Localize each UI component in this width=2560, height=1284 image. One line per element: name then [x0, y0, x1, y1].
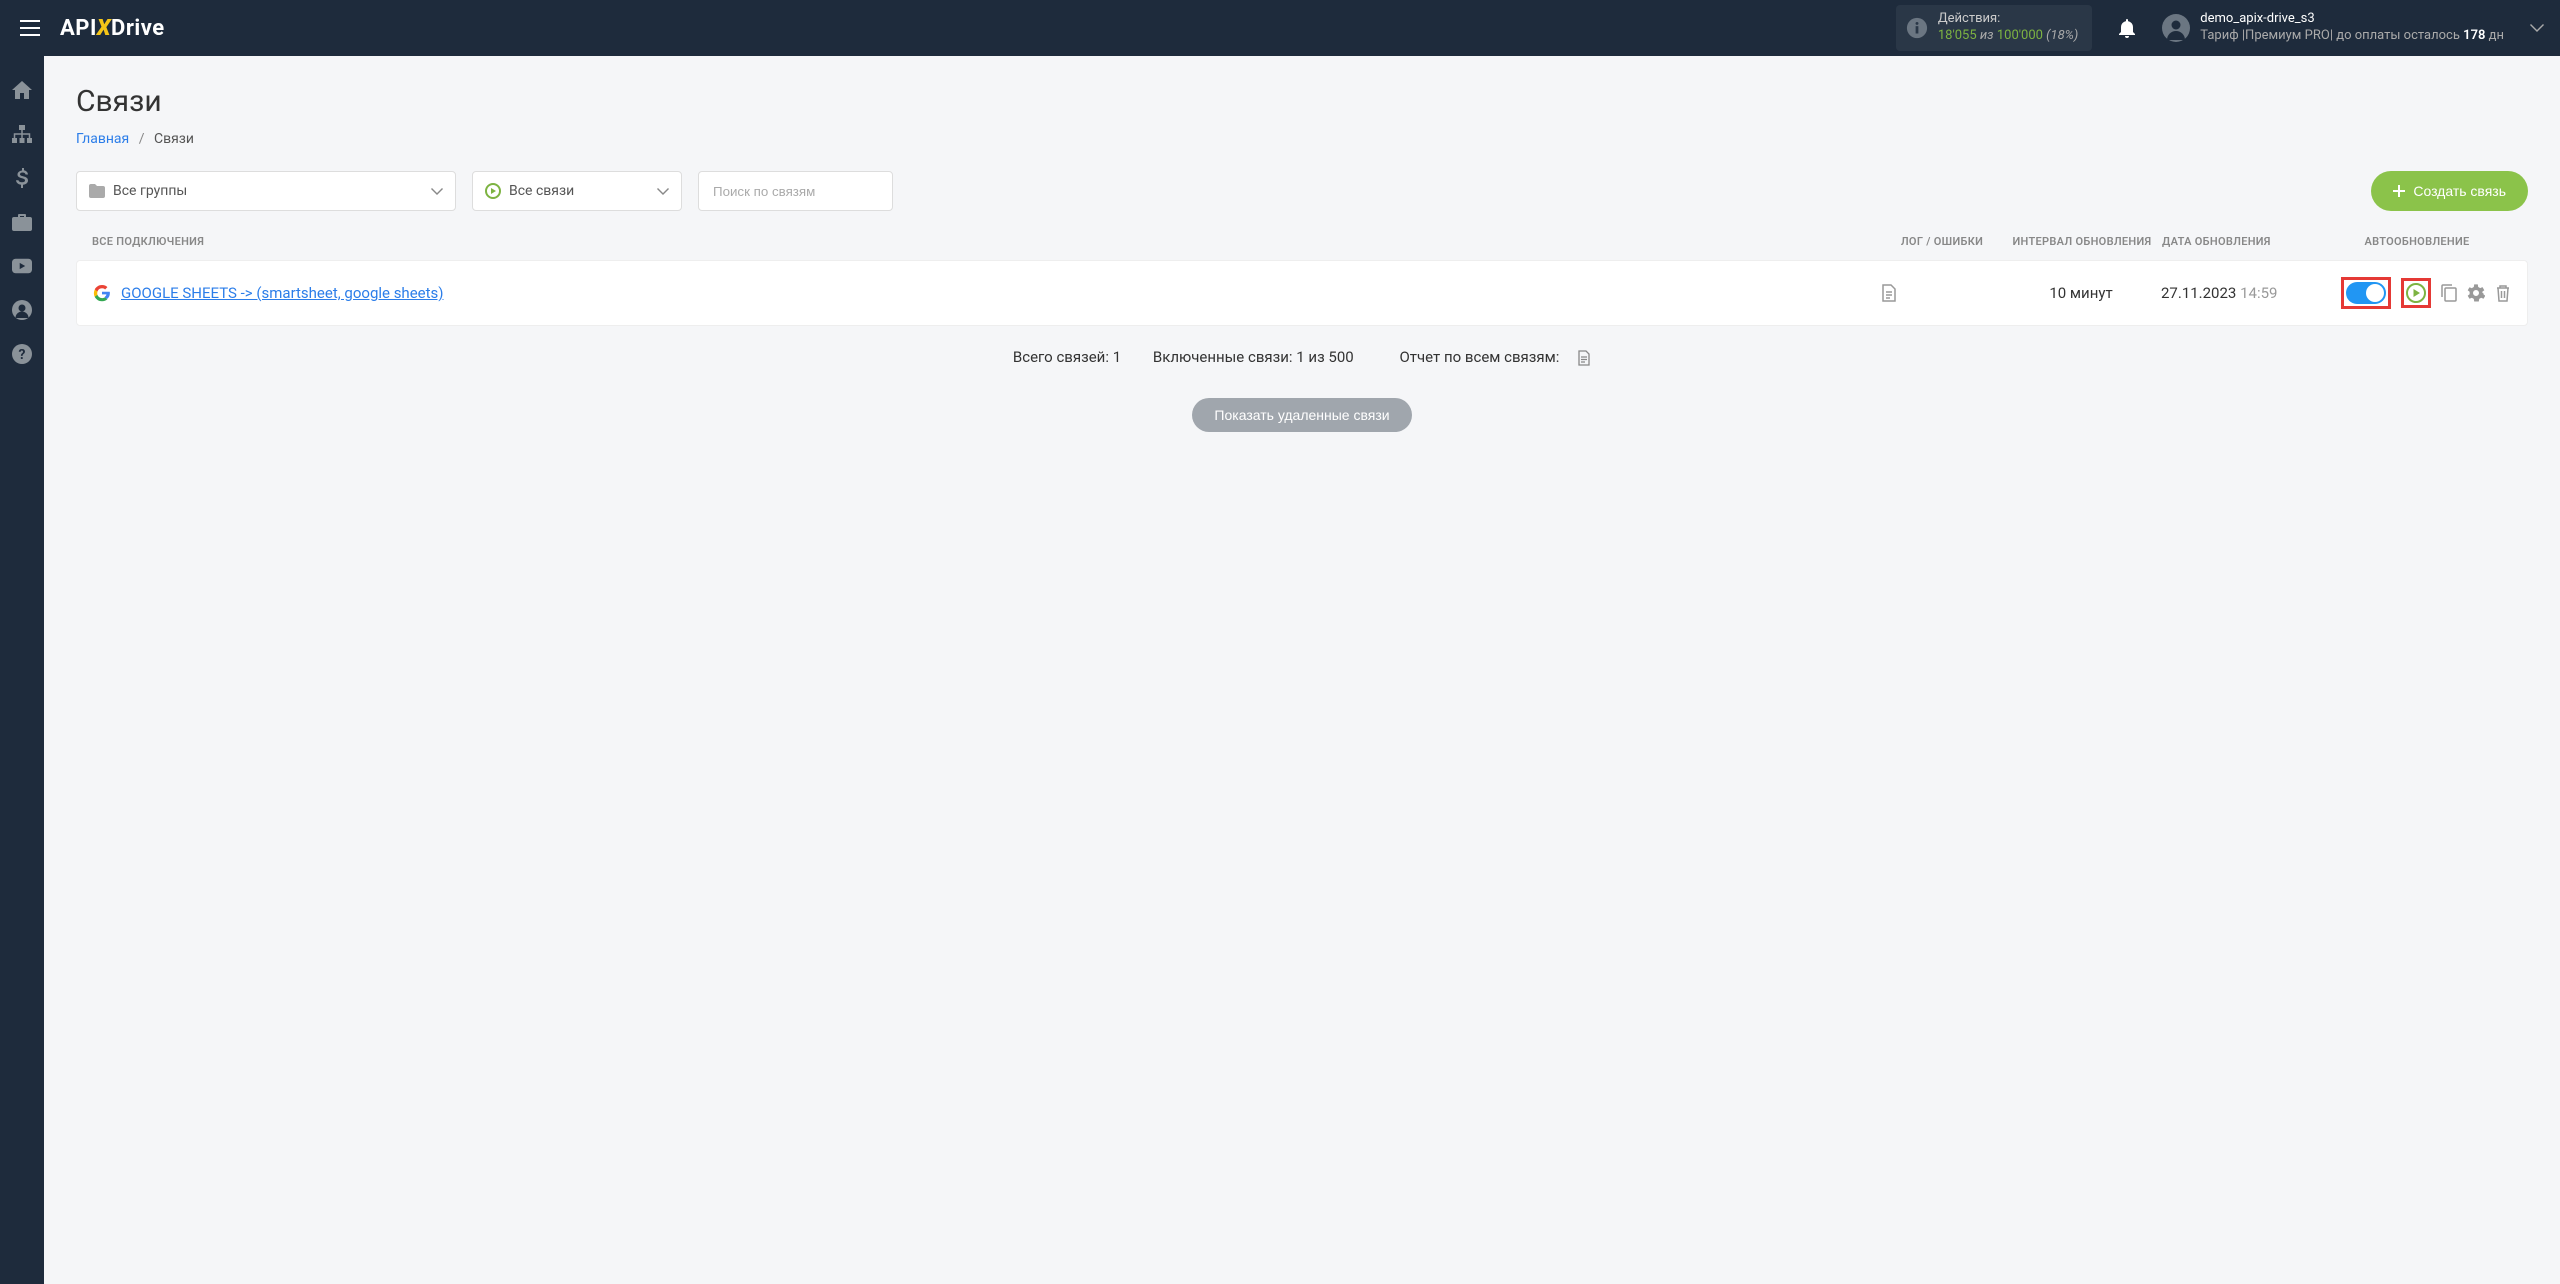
breadcrumb: Главная / Связи — [76, 131, 2528, 147]
toolbar: Все группы Все связи Создать связь — [76, 171, 2528, 211]
row-actions — [2321, 277, 2511, 309]
actions-total: 100'000 — [1997, 28, 2043, 43]
interval-value: 10 минут — [2001, 284, 2161, 302]
header-date: ДАТА ОБНОВЛЕНИЯ — [2162, 235, 2322, 248]
tariff-prefix: Тариф |Премиум PRO| до оплаты осталось — [2200, 28, 2463, 43]
home-icon — [12, 81, 32, 99]
document-icon — [1881, 284, 1897, 302]
actions-pct: (18%) — [2046, 28, 2078, 43]
log-button[interactable] — [1881, 284, 2001, 302]
menu-button[interactable] — [16, 16, 44, 40]
actions-counter[interactable]: Действия: 18'055 из 100'000 (18%) — [1896, 5, 2092, 51]
groups-select[interactable]: Все группы — [76, 171, 456, 211]
tariff-suffix: дн — [2485, 28, 2504, 43]
stats-bar: Всего связей: 1 Включенные связи: 1 из 5… — [76, 348, 2528, 366]
sidebar-item-billing[interactable] — [12, 168, 32, 188]
sitemap-icon — [12, 125, 32, 143]
delete-button[interactable] — [2495, 284, 2511, 302]
table-header: ВСЕ ПОДКЛЮЧЕНИЯ ЛОГ / ОШИБКИ ИНТЕРВАЛ ОБ… — [76, 229, 2528, 260]
dollar-icon — [16, 168, 28, 188]
search-input[interactable] — [698, 171, 893, 211]
auto-update-toggle[interactable] — [2346, 282, 2386, 304]
avatar-icon — [2162, 14, 2190, 42]
filter-select[interactable]: Все связи — [472, 171, 682, 211]
chevron-down-icon — [2530, 24, 2544, 32]
filter-label: Все связи — [509, 183, 649, 199]
stats-enabled: Включенные связи: 1 из 500 — [1153, 348, 1354, 366]
main-content: Связи Главная / Связи Все группы Все свя… — [44, 56, 2560, 460]
header-name: ВСЕ ПОДКЛЮЧЕНИЯ — [92, 235, 1882, 248]
user-icon — [12, 300, 32, 320]
google-icon — [93, 284, 111, 302]
settings-button[interactable] — [2467, 284, 2485, 302]
header: APIXDrive Действия: 18'055 из 100'000 (1… — [0, 0, 2560, 56]
stats-total: Всего связей: 1 — [1013, 348, 1121, 366]
chevron-down-icon — [431, 188, 443, 195]
svg-text:?: ? — [19, 347, 26, 363]
info-icon — [1906, 17, 1928, 39]
youtube-icon — [12, 258, 32, 274]
tariff-days: 178 — [2463, 28, 2485, 43]
create-connection-button[interactable]: Создать связь — [2371, 171, 2528, 211]
sidebar-item-help[interactable]: ? — [12, 344, 32, 364]
bell-icon — [2118, 18, 2136, 38]
plus-icon — [2393, 185, 2405, 197]
logo-prefix: API — [60, 16, 97, 41]
sidebar-item-home[interactable] — [12, 80, 32, 100]
notifications-button[interactable] — [2108, 18, 2146, 38]
actions-of: из — [1980, 28, 1994, 43]
logo-suffix: Drive — [111, 16, 165, 41]
sidebar-item-tools[interactable] — [12, 212, 32, 232]
actions-label: Действия: — [1938, 11, 2078, 28]
highlight-toggle — [2341, 277, 2391, 309]
sidebar: ? — [0, 56, 44, 1284]
groups-label: Все группы — [113, 183, 423, 199]
sidebar-item-videos[interactable] — [12, 256, 32, 276]
document-icon — [1577, 350, 1591, 366]
logo[interactable]: APIXDrive — [60, 16, 165, 41]
run-button[interactable] — [2406, 283, 2426, 303]
stats-report[interactable]: Отчет по всем связям: — [1385, 348, 1591, 366]
header-auto: АВТООБНОВЛЕНИЕ — [2322, 235, 2512, 248]
sidebar-item-account[interactable] — [12, 300, 32, 320]
highlight-run — [2401, 278, 2431, 308]
user-name: demo_apix-drive_s3 — [2200, 11, 2504, 28]
breadcrumb-home[interactable]: Главная — [76, 131, 129, 147]
date-value: 27.11.2023 14:59 — [2161, 284, 2321, 302]
actions-text: Действия: 18'055 из 100'000 (18%) — [1938, 11, 2078, 45]
hamburger-icon — [20, 20, 40, 36]
question-icon: ? — [12, 344, 32, 364]
play-circle-icon — [485, 183, 501, 199]
show-deleted-button[interactable]: Показать удаленные связи — [1192, 398, 1411, 432]
user-menu-toggle[interactable] — [2520, 24, 2544, 32]
page-title: Связи — [76, 84, 2528, 119]
user-text: demo_apix-drive_s3 Тариф |Премиум PRO| д… — [2200, 11, 2504, 45]
connection-name[interactable]: GOOGLE SHEETS -> (smartsheet, google she… — [121, 284, 1881, 302]
chevron-down-icon — [657, 188, 669, 195]
sidebar-item-connections[interactable] — [12, 124, 32, 144]
header-log: ЛОГ / ОШИБКИ — [1882, 235, 2002, 248]
breadcrumb-separator: / — [139, 131, 145, 147]
actions-used: 18'055 — [1938, 28, 1977, 43]
create-label: Создать связь — [2413, 183, 2506, 199]
logo-x: X — [97, 16, 111, 41]
user-menu[interactable]: demo_apix-drive_s3 Тариф |Премиум PRO| д… — [2162, 11, 2504, 45]
table-row: GOOGLE SHEETS -> (smartsheet, google she… — [76, 260, 2528, 326]
breadcrumb-current: Связи — [154, 131, 194, 147]
briefcase-icon — [12, 214, 32, 231]
folder-icon — [89, 184, 105, 198]
copy-button[interactable] — [2441, 284, 2457, 302]
header-interval: ИНТЕРВАЛ ОБНОВЛЕНИЯ — [2002, 235, 2162, 248]
